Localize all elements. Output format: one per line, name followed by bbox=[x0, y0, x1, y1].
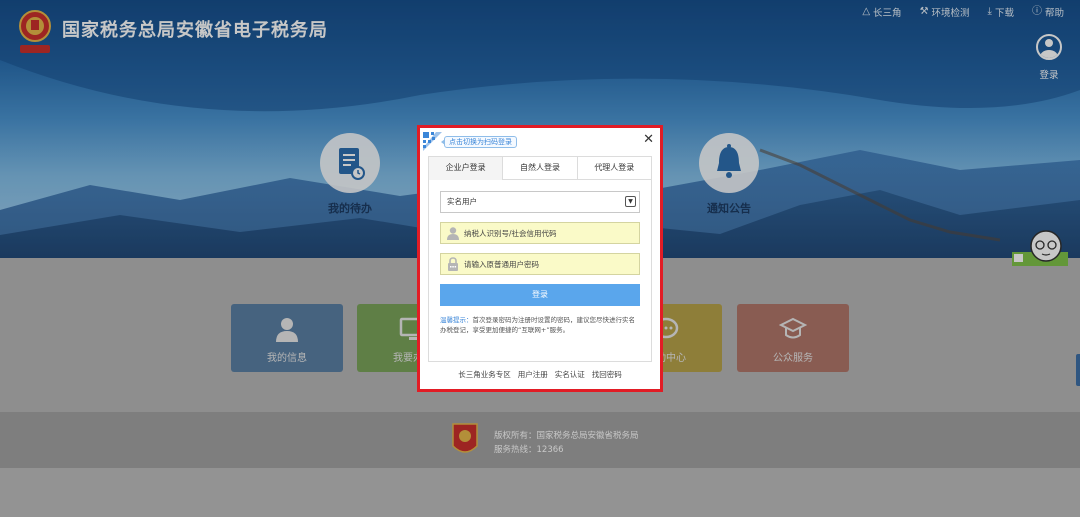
qr-login-tip[interactable]: 点击切换为扫码登录 bbox=[441, 136, 517, 148]
login-tabs: 企业户登录 自然人登录 代理人登录 bbox=[429, 157, 651, 180]
user-type-value: 实名用户 bbox=[447, 197, 477, 206]
login-form: 实名用户 ▼ 登录 bbox=[440, 191, 640, 335]
user-type-select[interactable]: 实名用户 ▼ bbox=[440, 191, 640, 213]
tab-agent-login[interactable]: 代理人登录 bbox=[576, 157, 651, 180]
password-field bbox=[440, 253, 640, 275]
tab-enterprise-login[interactable]: 企业户登录 bbox=[429, 157, 503, 180]
taxpayer-id-field bbox=[440, 222, 640, 244]
hint-label: 温馨提示： bbox=[440, 316, 473, 324]
modal-footer-links: 长三角业务专区 用户注册 实名认证 找回密码 bbox=[420, 369, 660, 380]
link-recover-password[interactable]: 找回密码 bbox=[592, 369, 622, 380]
link-real-name-auth[interactable]: 实名认证 bbox=[555, 369, 585, 380]
user-icon bbox=[447, 227, 459, 240]
link-user-register[interactable]: 用户注册 bbox=[518, 369, 548, 380]
qr-code-icon[interactable] bbox=[422, 131, 442, 151]
password-input[interactable] bbox=[464, 259, 634, 269]
taxpayer-id-input[interactable] bbox=[464, 228, 634, 238]
login-hint: 温馨提示：首次登录密码为注册时设置的密码，建议您尽快进行实名办税登记，享受更加便… bbox=[440, 315, 640, 335]
chevron-down-icon: ▼ bbox=[625, 196, 636, 207]
lock-icon bbox=[448, 257, 458, 271]
login-modal: 点击切换为扫码登录 ✕ 企业户登录 自然人登录 代理人登录 实名用户 ▼ 纳税人… bbox=[420, 128, 660, 389]
login-button[interactable]: 登录 bbox=[440, 284, 640, 306]
login-panel: 企业户登录 自然人登录 代理人登录 实名用户 ▼ 纳税人识别号/社会信用代码 登… bbox=[428, 156, 652, 362]
tab-individual-login[interactable]: 自然人登录 bbox=[502, 157, 577, 180]
close-icon[interactable]: ✕ bbox=[643, 133, 654, 146]
link-yangtze-delta-zone[interactable]: 长三角业务专区 bbox=[458, 369, 511, 380]
